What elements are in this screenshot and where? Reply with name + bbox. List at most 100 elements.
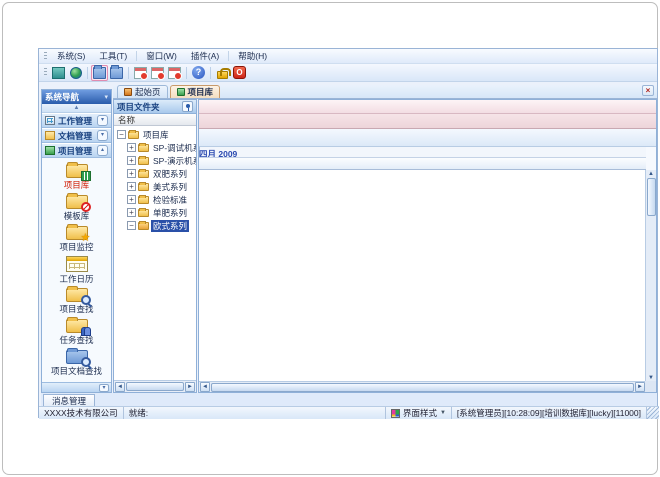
- gantt-vscrollbar[interactable]: ▲ ▼: [645, 170, 656, 382]
- collapse-icon[interactable]: −: [127, 221, 136, 230]
- folder-window-button[interactable]: [108, 65, 125, 81]
- main-toolbar: ?O: [39, 64, 657, 82]
- expand-icon[interactable]: +: [127, 195, 136, 204]
- tree-panel-title: 项目文件夹: [117, 101, 160, 113]
- toolbar-grip[interactable]: [44, 68, 47, 77]
- chevron-down-icon[interactable]: ▾: [97, 130, 108, 141]
- tree-item-7[interactable]: +单肥系列: [114, 206, 196, 219]
- scroll-up-icon[interactable]: ▲: [648, 171, 654, 177]
- sidebar-panel-2[interactable]: 文档管理▾: [42, 128, 111, 143]
- lock-button[interactable]: [214, 65, 231, 81]
- home-icon: [124, 88, 132, 96]
- app-window: 系统(S)工具(T)窗口(W)插件(A)帮助(H) ?O 系统导航 ▾ ▲ 工作…: [38, 48, 658, 418]
- scroll-thumb[interactable]: [126, 382, 184, 391]
- help-icon: ?: [192, 66, 205, 79]
- stop-icon: O: [233, 66, 246, 79]
- sidebar-item-6[interactable]: 任务查找: [42, 316, 111, 347]
- sidebar-item-label: 项目文档查找: [51, 365, 102, 377]
- chevron-down-icon[interactable]: ▾: [99, 384, 109, 392]
- sidebar-item-1[interactable]: 项目库: [42, 161, 111, 192]
- chevron-down-icon[interactable]: ▾: [97, 115, 108, 126]
- tree-item-3[interactable]: +SP-演示机系: [114, 154, 196, 167]
- chevron-up-icon[interactable]: ▴: [97, 145, 108, 156]
- scroll-left-icon[interactable]: ◄: [115, 382, 125, 392]
- menu-grip[interactable]: [44, 52, 47, 61]
- calendar-user-button[interactable]: [166, 65, 183, 81]
- monitor-icon: [52, 67, 65, 79]
- sidebar-item-4[interactable]: 工作日历: [42, 254, 111, 285]
- gantt-hscrollbar[interactable]: ◄ ►: [199, 381, 646, 392]
- tree-hscrollbar[interactable]: ◄ ►: [114, 380, 196, 392]
- badge: [81, 295, 91, 305]
- badge: [81, 326, 91, 336]
- menu-item-2[interactable]: 工具(T): [92, 49, 134, 63]
- menu-item-3[interactable]: 窗口(W): [139, 49, 184, 63]
- sidebar-options-icon[interactable]: ▾: [104, 93, 108, 101]
- expand-icon[interactable]: +: [127, 169, 136, 178]
- open-folder-button[interactable]: [91, 65, 108, 81]
- scroll-right-icon[interactable]: ►: [185, 382, 195, 392]
- calendar-event-button[interactable]: [132, 65, 149, 81]
- sidebar-item-3[interactable]: ★项目监控: [42, 223, 111, 254]
- gantt-toolbar: [199, 129, 656, 147]
- tree-item-4[interactable]: +双肥系列: [114, 167, 196, 180]
- tree-item-1[interactable]: − 项目库: [114, 128, 196, 141]
- stop-button[interactable]: O: [231, 65, 248, 81]
- scroll-thumb[interactable]: [647, 178, 656, 216]
- tab-message-manager[interactable]: 消息管理: [43, 394, 95, 406]
- sidebar-item-5[interactable]: 项目查找: [42, 285, 111, 316]
- folder-icon: [138, 196, 149, 204]
- sidebar-panel-1[interactable]: 工作管理▾: [42, 113, 111, 128]
- calendar-alert-button[interactable]: [149, 65, 166, 81]
- expand-icon[interactable]: +: [127, 208, 136, 217]
- scroll-left-icon[interactable]: ◄: [200, 382, 210, 392]
- tree-item-8[interactable]: − 欧式系列: [114, 219, 196, 232]
- month-label: 四月 2009: [199, 148, 237, 158]
- folder-icon: [138, 222, 149, 230]
- monitor-button[interactable]: [50, 65, 67, 81]
- menu-separator: [136, 51, 137, 61]
- sidebar-panel-3[interactable]: 项目管理▴: [42, 143, 111, 158]
- help-button[interactable]: ?: [190, 65, 207, 81]
- expand-icon[interactable]: +: [127, 156, 136, 165]
- tree-item-label: 项目库: [141, 129, 171, 141]
- scroll-right-icon[interactable]: ►: [635, 382, 645, 392]
- menu-item-5[interactable]: 帮助(H): [231, 49, 274, 63]
- folder-users-icon: [66, 319, 88, 333]
- lib-icon: [177, 88, 185, 96]
- project-icon: [45, 146, 55, 155]
- globe-icon: [70, 67, 82, 79]
- gantt-chart-area: [199, 170, 646, 382]
- pin-icon[interactable]: [182, 101, 193, 112]
- close-icon[interactable]: ×: [642, 85, 654, 96]
- resize-grip[interactable]: [647, 407, 659, 419]
- sidebar-item-7[interactable]: 项目文档查找: [42, 347, 111, 378]
- collapse-icon[interactable]: −: [117, 130, 126, 139]
- style-palette-icon: [391, 409, 400, 418]
- tree-item-2[interactable]: + SP-调试机系: [114, 141, 196, 154]
- calendar-event-icon: [134, 67, 147, 79]
- tree-column-header[interactable]: 名称: [114, 114, 196, 126]
- expand-icon[interactable]: +: [127, 143, 136, 152]
- sidebar-title-bar: 系统导航 ▾: [42, 90, 111, 104]
- menu-item-1[interactable]: 系统(S): [50, 49, 92, 63]
- tree-item-label: 欧式系列: [151, 220, 189, 232]
- scroll-thumb[interactable]: [211, 383, 634, 392]
- tree-item-label: SP-调试机系: [151, 142, 196, 154]
- menu-bar: 系统(S)工具(T) 窗口(W)插件(A) 帮助(H): [39, 49, 657, 64]
- style-selector[interactable]: 界面样式 ▼: [386, 407, 452, 419]
- sidebar-collapse-strip[interactable]: ▲: [42, 104, 111, 113]
- timeline-day-row: [199, 158, 646, 170]
- folder-icon: [138, 209, 149, 217]
- tree-item-6[interactable]: +检验标准: [114, 193, 196, 206]
- tab-project-library[interactable]: 项目库: [170, 85, 221, 98]
- globe-button[interactable]: [67, 65, 84, 81]
- sidebar-item-2[interactable]: 模板库: [42, 192, 111, 223]
- tab-start-page[interactable]: 起始页: [117, 85, 168, 98]
- folder-icon: [138, 157, 149, 165]
- folder-icon: [138, 170, 149, 178]
- menu-item-4[interactable]: 插件(A): [184, 49, 226, 63]
- tree-item-5[interactable]: +美式系列: [114, 180, 196, 193]
- expand-icon[interactable]: +: [127, 182, 136, 191]
- toolbar-separator: [186, 67, 187, 79]
